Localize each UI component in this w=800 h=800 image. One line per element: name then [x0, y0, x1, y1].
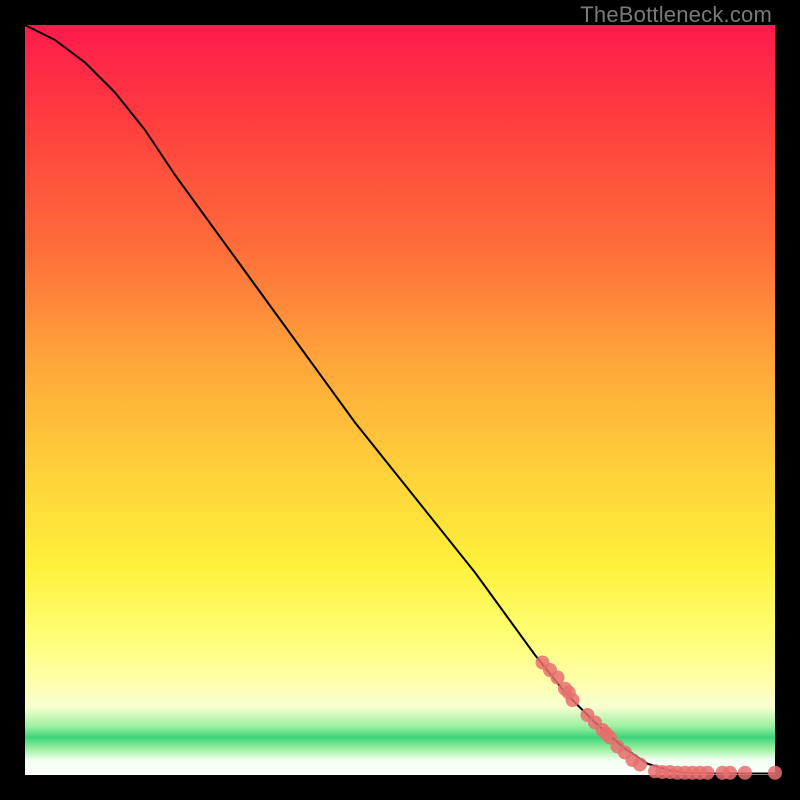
data-point	[738, 766, 752, 780]
data-point	[633, 758, 647, 772]
scatter-flat	[648, 764, 782, 780]
data-point	[566, 693, 580, 707]
scatter-descending	[536, 656, 648, 772]
chart-svg	[25, 25, 775, 775]
data-point	[701, 766, 715, 780]
data-point	[723, 766, 737, 780]
chart-frame: TheBottleneck.com	[0, 0, 800, 800]
curve-path	[25, 25, 775, 774]
data-point	[768, 766, 782, 780]
